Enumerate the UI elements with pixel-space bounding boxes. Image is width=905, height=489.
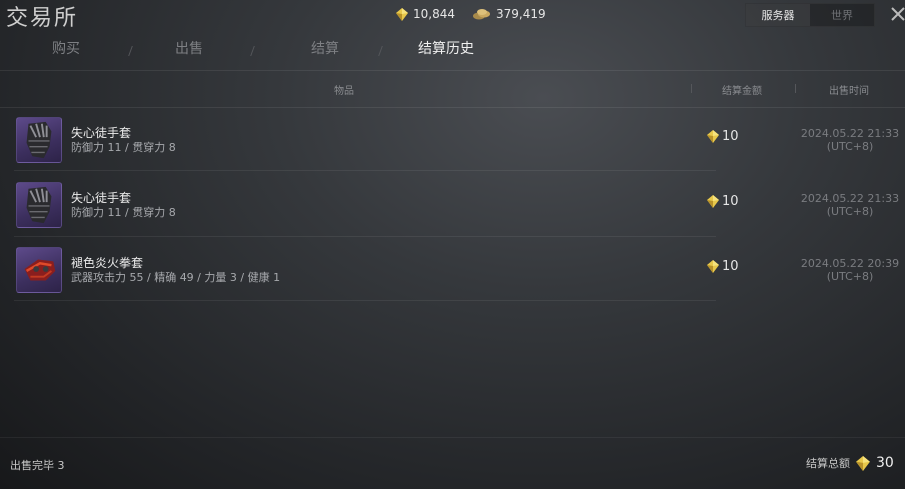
settle-amount-value: 10 — [722, 194, 739, 209]
coin-pile-icon — [473, 8, 491, 20]
coin-balance: 379,419 — [473, 7, 546, 21]
settle-amount: 10 — [707, 129, 739, 144]
tab-settle[interactable]: 结算 — [311, 38, 339, 58]
table-row[interactable]: 失心徒手套 防御力 11 / 贯穿力 8 — [14, 177, 716, 235]
sale-time: 2024.05.22 21:33 (UTC+8) — [790, 192, 905, 218]
row-divider — [14, 300, 716, 301]
tab-settle-history[interactable]: 结算历史 — [418, 38, 474, 58]
gem-balance: 10,844 — [396, 7, 455, 21]
tab-bar: 购买 出售 结算 结算历史 — [0, 38, 905, 64]
flame-gauntlet-icon — [16, 247, 62, 293]
sale-timezone: (UTC+8) — [826, 270, 874, 283]
tab-divider — [250, 46, 255, 56]
sold-summary: 出售完毕 3 — [10, 457, 65, 473]
dark-gauntlet-icon — [16, 182, 62, 228]
item-stats: 武器攻击力 55 / 精确 49 / 力量 3 / 健康 1 — [71, 271, 281, 284]
total-value: 30 — [876, 455, 894, 471]
tab-sell[interactable]: 出售 — [175, 38, 203, 58]
column-divider — [795, 84, 796, 93]
column-header-item: 物品 — [334, 86, 354, 97]
item-stats: 防御力 11 / 贯穿力 8 — [71, 206, 176, 219]
sold-count: 3 — [57, 459, 65, 472]
server-option[interactable]: 服务器 — [746, 4, 810, 26]
tab-divider — [128, 46, 133, 56]
column-header-time: 出售时间 — [829, 86, 869, 97]
gem-icon — [396, 7, 408, 21]
sale-date: 2024.05.22 21:33 — [800, 127, 900, 140]
table-row[interactable]: 褪色炎火拳套 武器攻击力 55 / 精确 49 / 力量 3 / 健康 1 — [14, 242, 716, 300]
settle-total: 结算总额 30 — [806, 455, 894, 471]
total-label: 结算总额 — [806, 457, 850, 470]
sale-timezone: (UTC+8) — [826, 205, 874, 218]
column-header-amount: 结算金额 — [722, 86, 762, 97]
settle-amount-value: 10 — [722, 129, 739, 144]
sale-timezone: (UTC+8) — [826, 140, 874, 153]
sale-time: 2024.05.22 20:39 (UTC+8) — [790, 257, 905, 283]
sold-label: 出售完毕 — [10, 459, 54, 472]
table-row[interactable]: 失心徒手套 防御力 11 / 贯穿力 8 — [14, 112, 716, 170]
gem-icon — [856, 455, 870, 471]
sale-time: 2024.05.22 21:33 (UTC+8) — [790, 127, 905, 153]
server-scope-toggle: 服务器 世界 — [745, 3, 875, 27]
header-divider — [0, 70, 905, 71]
gem-icon — [707, 260, 719, 273]
sale-date: 2024.05.22 21:33 — [800, 192, 900, 205]
column-divider — [691, 84, 692, 93]
close-button[interactable] — [890, 6, 905, 22]
sale-date: 2024.05.22 20:39 — [800, 257, 900, 270]
tab-buy[interactable]: 购买 — [52, 38, 80, 58]
table-header-divider — [0, 107, 905, 108]
dark-gauntlet-icon — [16, 117, 62, 163]
gem-icon — [707, 195, 719, 208]
world-option[interactable]: 世界 — [810, 4, 874, 26]
settle-amount: 10 — [707, 194, 739, 209]
footer-divider — [0, 437, 905, 438]
tab-divider — [378, 46, 383, 56]
close-icon — [891, 7, 905, 21]
gem-icon — [707, 130, 719, 143]
row-divider — [14, 170, 716, 171]
window-title: 交易所 — [6, 6, 79, 31]
gem-balance-value: 10,844 — [413, 7, 455, 21]
item-stats: 防御力 11 / 贯穿力 8 — [71, 141, 176, 154]
row-divider — [14, 236, 716, 237]
settle-amount-value: 10 — [722, 259, 739, 274]
currency-bar: 10,844 379,419 — [396, 7, 558, 21]
settle-amount: 10 — [707, 259, 739, 274]
coin-balance-value: 379,419 — [496, 7, 546, 21]
